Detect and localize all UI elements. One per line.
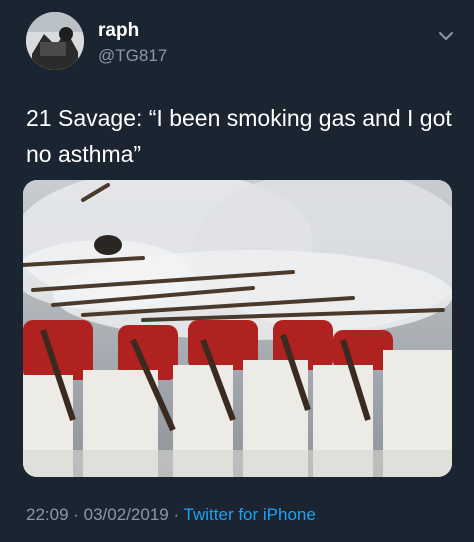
chevron-down-icon[interactable] [436,26,456,46]
author-handle[interactable]: @TG817 [98,46,167,66]
tweet-image[interactable] [23,180,452,477]
tweet-meta: 22:09 · 03/02/2019 · Twitter for iPhone [26,505,316,525]
avatar[interactable] [26,12,84,70]
musket-volley-photo [23,180,452,477]
source-link[interactable]: Twitter for iPhone [184,505,316,524]
timestamp[interactable]: 22:09 · 03/02/2019 · [26,505,184,524]
author-name[interactable]: raph [98,20,139,42]
tweet-header: raph @TG817 [26,12,456,78]
tweet-text: 21 Savage: “I been smoking gas and I got… [26,105,459,167]
